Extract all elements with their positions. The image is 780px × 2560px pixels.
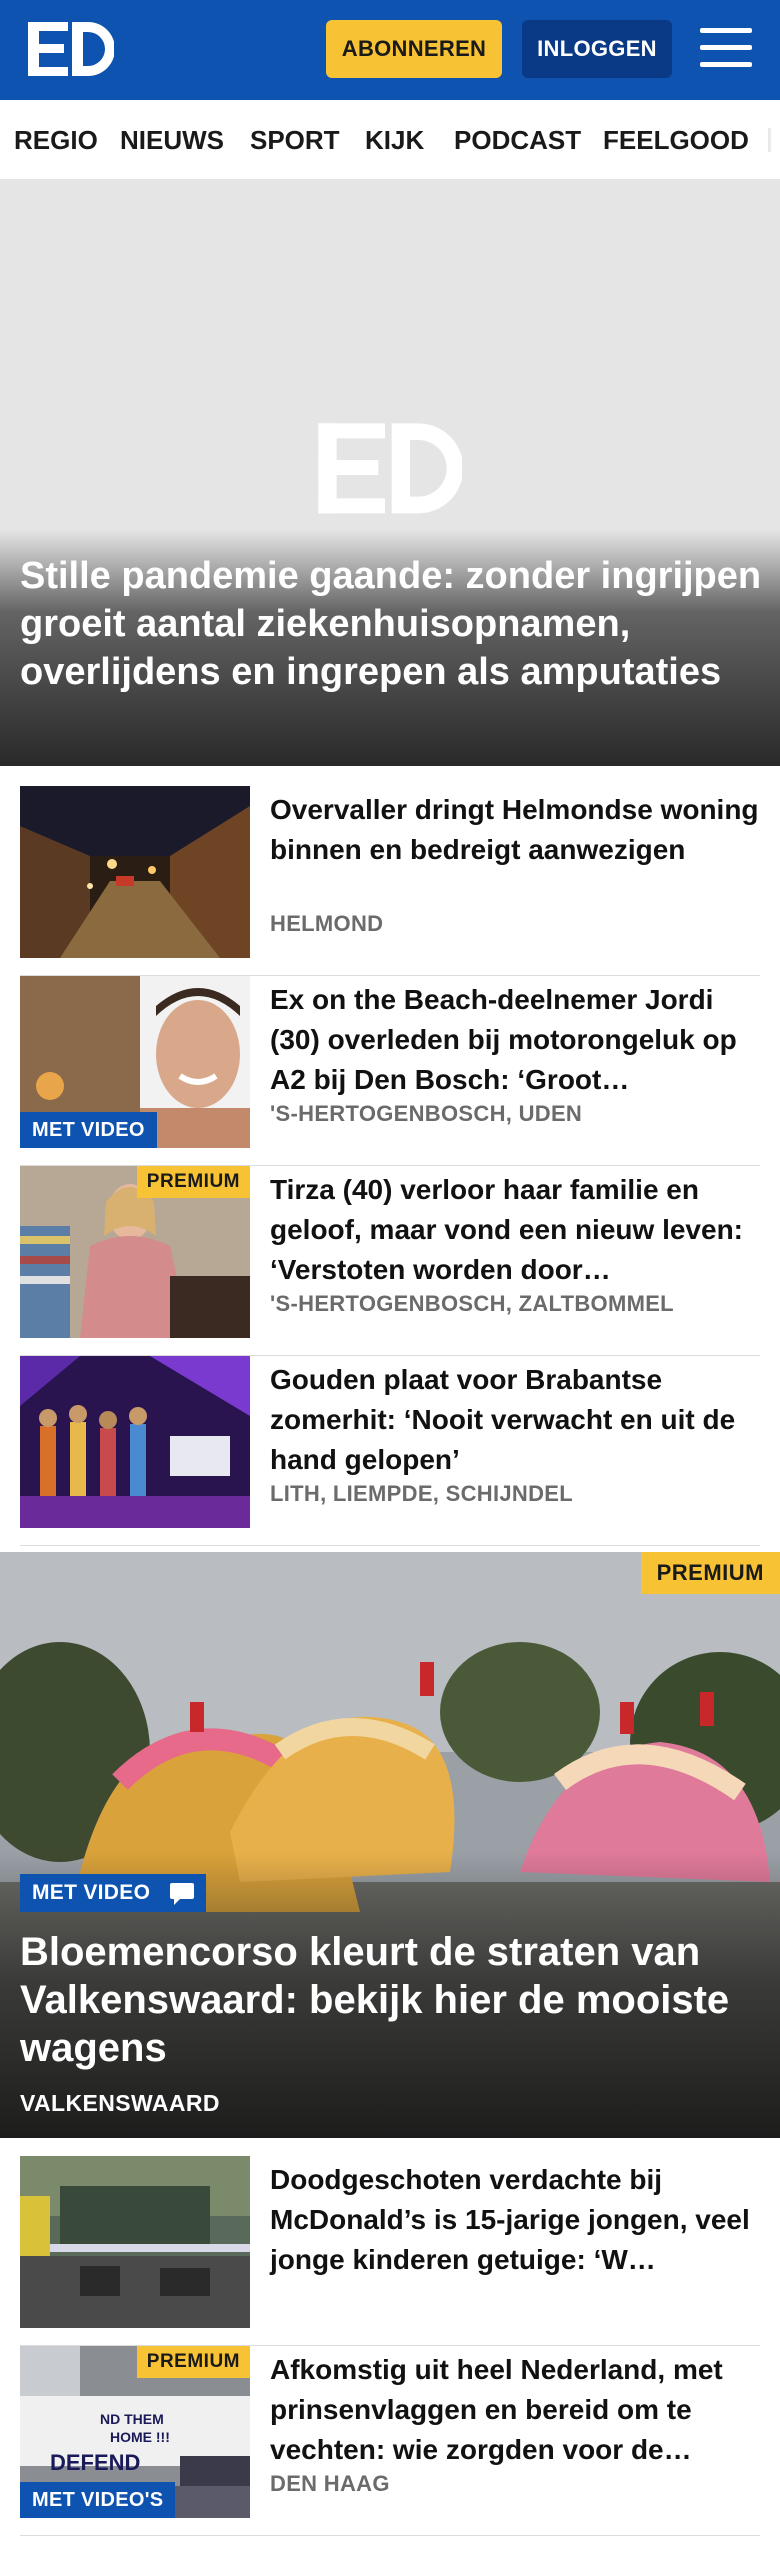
premium-badge: PREMIUM <box>136 2346 250 2378</box>
article-card[interactable]: PREMIUM Tirza (40) verloor haar familie … <box>20 1166 760 1356</box>
login-button[interactable]: INLOGGEN <box>522 20 672 78</box>
article-location: LITH, LIEMPDE, SCHIJNDEL <box>270 1481 573 1506</box>
article-location: 'S-HERTOGENBOSCH, UDEN <box>270 1101 583 1126</box>
video-badge: MET VIDEO <box>20 1112 157 1148</box>
hero-title[interactable]: Stille pandemie gaande: zonder ingrijpen… <box>20 552 770 696</box>
nav-item-feelgood[interactable]: FEELGOOD <box>603 100 749 179</box>
article-title[interactable]: Afkomstig uit heel Nederland, met prinse… <box>270 2350 760 2470</box>
article-location: HELMOND <box>270 911 384 936</box>
article-card[interactable]: Overvaller dringt Helmondse woning binne… <box>20 786 760 976</box>
comment-icon <box>158 1874 206 1912</box>
video-badge: MET VIDEO <box>20 1874 163 1912</box>
article-thumbnail: MET VIDEO <box>20 976 250 1148</box>
banner-text: HOME !!! <box>110 2429 170 2445</box>
hero-article[interactable]: Stille pandemie gaande: zonder ingrijpen… <box>0 180 780 766</box>
article-title[interactable]: Doodgeschoten verdachte bij McDonald’s i… <box>270 2160 760 2280</box>
nav-item-nieuws[interactable]: NIEUWS <box>120 100 224 179</box>
subscribe-button[interactable]: ABONNEREN <box>326 20 502 78</box>
article-thumbnail <box>20 1356 250 1528</box>
nav-item-sport[interactable]: SPORT <box>250 100 340 179</box>
article-thumbnail <box>20 786 250 958</box>
banner-text: DEFEND <box>50 2450 140 2475</box>
placeholder-logo <box>318 423 462 514</box>
section-nav: REGIO NIEUWS SPORT KIJK PODCAST FEELGOOD <box>0 100 780 180</box>
premium-badge: PREMIUM <box>640 1552 780 1594</box>
nav-item-kijk[interactable]: KIJK <box>365 100 424 179</box>
article-card[interactable]: Gouden plaat voor Brabantse zomerhit: ‘N… <box>20 1356 760 1546</box>
article-thumbnail: ND THEM HOME !!! DEFEND PREMIUM MET VIDE… <box>20 2346 250 2518</box>
article-card[interactable]: ND THEM HOME !!! DEFEND PREMIUM MET VIDE… <box>20 2346 760 2536</box>
article-location: DEN HAAG <box>270 2471 390 2496</box>
feature-article[interactable]: PREMIUM MET VIDEO Bloemencorso kleurt de… <box>0 1552 780 2138</box>
nav-item-regio[interactable]: REGIO <box>14 100 98 179</box>
article-card[interactable]: Doodgeschoten verdachte bij McDonald’s i… <box>20 2156 760 2346</box>
article-title[interactable]: Overvaller dringt Helmondse woning binne… <box>270 790 760 870</box>
article-title[interactable]: Gouden plaat voor Brabantse zomerhit: ‘N… <box>270 1360 760 1480</box>
article-location: 'S-HERTOGENBOSCH, ZALTBOMMEL <box>270 1291 674 1316</box>
hamburger-menu-icon[interactable] <box>700 26 752 70</box>
article-thumbnail: PREMIUM <box>20 1166 250 1338</box>
article-title[interactable]: Ex on the Beach-deelnemer Jordi (30) ove… <box>270 980 760 1100</box>
article-card[interactable]: MET VIDEO Ex on the Beach-deelnemer Jord… <box>20 976 760 1166</box>
feature-title[interactable]: Bloemencorso kleurt de straten van Valke… <box>20 1928 770 2072</box>
site-logo[interactable] <box>28 20 114 80</box>
premium-badge: PREMIUM <box>136 1166 250 1198</box>
video-badge: MET VIDEO'S <box>20 2482 176 2518</box>
banner-text: ND THEM <box>100 2411 164 2427</box>
article-thumbnail <box>20 2156 250 2328</box>
nav-fade <box>756 100 780 179</box>
top-bar: ABONNEREN INLOGGEN <box>0 0 780 100</box>
article-title[interactable]: Tirza (40) verloor haar familie en geloo… <box>270 1170 760 1290</box>
nav-item-podcast[interactable]: PODCAST <box>454 100 581 179</box>
feature-location: VALKENSWAARD <box>20 2090 220 2116</box>
